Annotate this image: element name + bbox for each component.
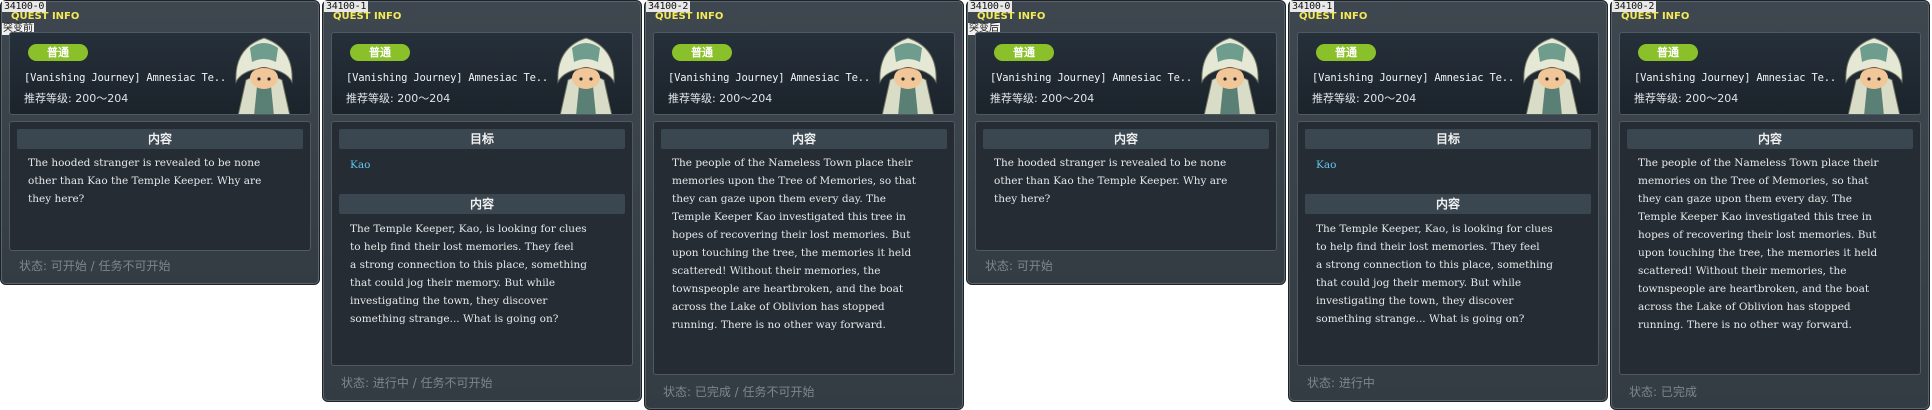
quest-header: 普通 [Vanishing Journey] Amnesiac Te.. 推荐等… <box>331 32 633 115</box>
quest-status: 状态: 进行中 <box>1307 376 1375 390</box>
recommended-level: 推荐等级: 200〜204 <box>1312 92 1417 105</box>
window-title: QUEST INFO <box>1299 11 1368 22</box>
window-title: QUEST INFO <box>977 11 1046 22</box>
quest-body: 内容 The hooded stranger is revealed to be… <box>975 121 1277 251</box>
quest-type-badge: 普通 <box>1316 44 1376 61</box>
quest-header: 普通 [Vanishing Journey] Amnesiac Te.. 推荐等… <box>975 32 1277 115</box>
quest-status: 状态: 进行中 / 任务不可开始 <box>341 376 493 390</box>
quest-name: [Vanishing Journey] Amnesiac Te.. <box>24 72 227 84</box>
hooded-keeper-portrait-icon <box>235 37 293 114</box>
quest-status: 状态: 已完成 <box>1629 385 1697 399</box>
quest-status: 状态: 可开始 / 任务不可开始 <box>19 259 171 273</box>
hooded-keeper-portrait-icon <box>1523 37 1581 114</box>
window-title: QUEST INFO <box>11 11 80 22</box>
recommended-level: 推荐等级: 200〜204 <box>1634 92 1739 105</box>
content-text: The hooded stranger is revealed to be no… <box>28 157 262 205</box>
quest-type-badge: 普通 <box>350 44 410 61</box>
quest-status: 状态: 可开始 <box>985 259 1053 273</box>
goal-target-link[interactable]: Kao <box>1316 159 1336 171</box>
content-heading: 内容 <box>1627 129 1913 149</box>
content-text: The Temple Keeper, Kao, is looking for c… <box>1316 223 1553 325</box>
quest-header: 普通 [Vanishing Journey] Amnesiac Te.. 推荐等… <box>9 32 311 115</box>
content-heading: 内容 <box>17 129 303 149</box>
quest-type-badge: 普通 <box>1638 44 1698 61</box>
goal-heading: 目标 <box>339 129 625 149</box>
quest-name: [Vanishing Journey] Amnesiac Te.. <box>346 72 549 84</box>
content-heading: 内容 <box>983 129 1269 149</box>
quest-status: 状态: 已完成 / 任务不可开始 <box>663 385 815 399</box>
content-text: The people of the Nameless Town place th… <box>672 157 916 331</box>
quest-info-window: 34100-2 QUEST INFO 普通 [Vanishing Journey… <box>644 0 964 410</box>
quest-type-badge: 普通 <box>994 44 1054 61</box>
window-title: QUEST INFO <box>1621 11 1690 22</box>
quest-header: 普通 [Vanishing Journey] Amnesiac Te.. 推荐等… <box>1297 32 1599 115</box>
hooded-keeper-portrait-icon <box>557 37 615 114</box>
quest-info-window: 34100-0 QUEST INFO 突变前 普通 [Vanishing Jou… <box>0 0 320 285</box>
hooded-keeper-portrait-icon <box>879 37 937 114</box>
quest-header: 普通 [Vanishing Journey] Amnesiac Te.. 推荐等… <box>1619 32 1921 115</box>
quest-body: 内容 The hooded stranger is revealed to be… <box>9 121 311 251</box>
quest-info-window: 34100-0 QUEST INFO 突变后 普通 [Vanishing Jou… <box>966 0 1286 285</box>
goal-target-link[interactable]: Kao <box>350 159 370 171</box>
quest-body: 目标 Kao 内容 The Temple Keeper, Kao, is loo… <box>331 121 633 366</box>
hooded-keeper-portrait-icon <box>1201 37 1259 114</box>
recommended-level: 推荐等级: 200〜204 <box>24 92 129 105</box>
goal-heading: 目标 <box>1305 129 1591 149</box>
recommended-level: 推荐等级: 200〜204 <box>346 92 451 105</box>
quest-info-window: 34100-1 QUEST INFO 普通 [Vanishing Journey… <box>1288 0 1608 402</box>
content-heading: 内容 <box>1305 194 1591 214</box>
content-text: The hooded stranger is revealed to be no… <box>994 157 1228 205</box>
quest-name: [Vanishing Journey] Amnesiac Te.. <box>1312 72 1515 84</box>
quest-header: 普通 [Vanishing Journey] Amnesiac Te.. 推荐等… <box>653 32 955 115</box>
window-title: QUEST INFO <box>333 11 402 22</box>
content-text: The Temple Keeper, Kao, is looking for c… <box>350 223 587 325</box>
quest-body: 内容 The people of the Nameless Town place… <box>653 121 955 375</box>
content-heading: 内容 <box>661 129 947 149</box>
quest-info-window: 34100-2 QUEST INFO 普通 [Vanishing Journey… <box>1610 0 1930 410</box>
content-heading: 内容 <box>339 194 625 214</box>
quest-name: [Vanishing Journey] Amnesiac Te.. <box>668 72 871 84</box>
quest-body: 内容 The people of the Nameless Town place… <box>1619 121 1921 375</box>
quest-info-window: 34100-1 QUEST INFO 普通 [Vanishing Journey… <box>322 0 642 402</box>
quest-type-badge: 普通 <box>672 44 732 61</box>
quest-body: 目标 Kao 内容 The Temple Keeper, Kao, is loo… <box>1297 121 1599 366</box>
recommended-level: 推荐等级: 200〜204 <box>990 92 1095 105</box>
content-text: The people of the Nameless Town place th… <box>1638 157 1879 331</box>
quest-type-badge: 普通 <box>28 44 88 61</box>
recommended-level: 推荐等级: 200〜204 <box>668 92 773 105</box>
quest-name: [Vanishing Journey] Amnesiac Te.. <box>990 72 1193 84</box>
quest-name: [Vanishing Journey] Amnesiac Te.. <box>1634 72 1837 84</box>
hooded-keeper-portrait-icon <box>1845 37 1903 114</box>
window-title: QUEST INFO <box>655 11 724 22</box>
